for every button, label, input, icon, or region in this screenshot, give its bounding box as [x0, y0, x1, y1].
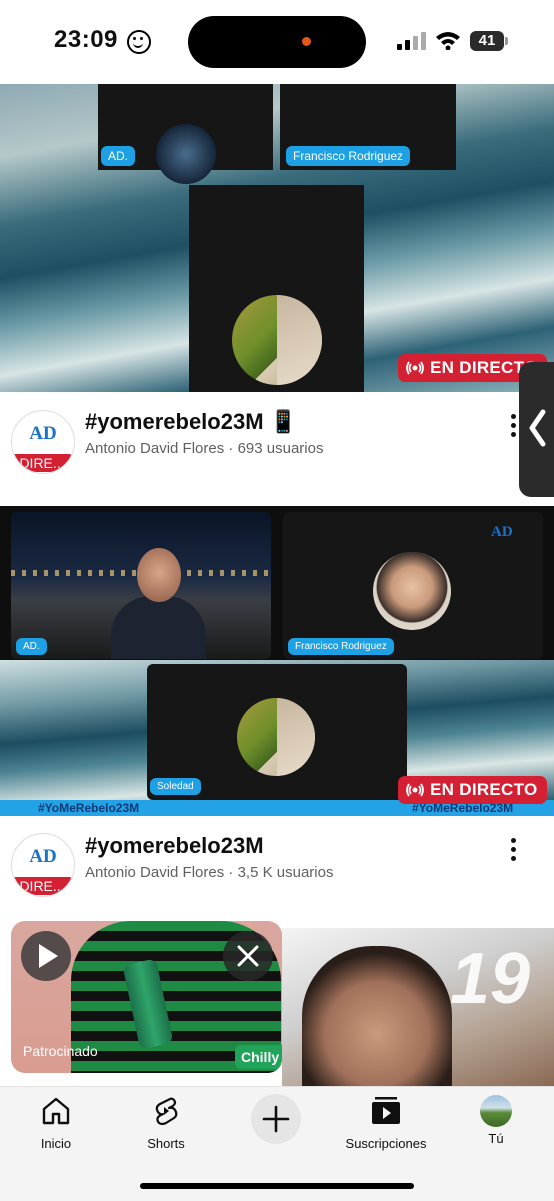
video-thumbnail-1[interactable]: AD. Francisco Rodriguez EN DIRECTO: [0, 84, 554, 392]
sponsored-label: Patrocinado: [23, 1043, 98, 1059]
channel-avatar[interactable]: AD DIRE...: [11, 833, 75, 897]
battery-indicator: 41: [470, 31, 504, 51]
video-meta: Antonio David Flores · 3,5 K usuarios: [85, 864, 334, 881]
nav-item-subscriptions[interactable]: Suscripciones: [331, 1095, 441, 1151]
participant-tile-soledad: [189, 185, 364, 392]
recording-indicator-icon: [302, 37, 311, 46]
channel-logo-text: AD: [29, 846, 57, 867]
nav-label: Tú: [488, 1131, 504, 1146]
nav-label: Inicio: [40, 1136, 72, 1151]
hashtag-label: #YoMeRebelo23M: [38, 801, 140, 815]
background-number: 19: [450, 939, 531, 1019]
status-bar: 23:09 41: [0, 0, 554, 84]
participant-avatar: [373, 552, 451, 630]
channel-live-tag: DIRE...: [12, 454, 73, 472]
live-badge-label: EN DIRECTO: [430, 780, 538, 799]
participant-avatar: [232, 295, 322, 385]
side-panel-tab[interactable]: [519, 362, 554, 497]
participant-name: Francisco Rodriguez: [288, 638, 394, 655]
video-meta: Antonio David Flores · 693 usuarios: [85, 440, 324, 457]
participant-name: Soledad: [150, 778, 201, 795]
video-thumbnail-3[interactable]: 19: [282, 928, 554, 1086]
sponsored-ad-card[interactable]: Chilly Patrocinado: [11, 921, 282, 1073]
play-button[interactable]: [21, 931, 71, 981]
video-title[interactable]: #yomerebelo23M: [85, 833, 264, 859]
participant-avatar: [237, 698, 315, 776]
live-badge: EN DIRECTO: [398, 776, 547, 804]
nav-item-create[interactable]: [221, 1094, 331, 1144]
more-options-icon[interactable]: [511, 414, 516, 441]
nav-item-home[interactable]: Inicio: [1, 1095, 111, 1151]
video-title[interactable]: #yomerebelo23M 📱: [85, 409, 297, 435]
nav-label: Shorts: [147, 1136, 185, 1151]
brand-label: Chilly: [235, 1045, 282, 1069]
participant-tile-soledad: Soledad: [147, 664, 407, 800]
nav-item-you[interactable]: Tú: [441, 1095, 551, 1146]
create-icon: [251, 1094, 301, 1144]
cellular-signal-icon: [397, 32, 427, 50]
live-broadcast-icon: [406, 783, 424, 797]
focus-mode-icon: [127, 30, 151, 54]
more-options-icon[interactable]: [511, 838, 516, 865]
video-thumbnail-2[interactable]: AD. AD Francisco Rodriguez Soledad #YoMe…: [0, 506, 554, 816]
play-icon: [39, 944, 58, 968]
close-icon: [237, 945, 259, 967]
channel-watermark: AD: [491, 524, 513, 540]
close-ad-button[interactable]: [223, 931, 273, 981]
participant-tile-francisco: AD Francisco Rodriguez: [283, 512, 543, 659]
home-indicator: [140, 1183, 414, 1189]
home-icon: [42, 1097, 70, 1125]
subscriptions-icon: [372, 1097, 400, 1124]
status-time: 23:09: [54, 26, 118, 53]
nav-label: Suscripciones: [345, 1136, 427, 1151]
participant-name: AD.: [101, 146, 136, 166]
participant-tile-ad: AD.: [11, 512, 271, 659]
live-broadcast-icon: [406, 361, 424, 375]
chevron-left-icon: [529, 409, 546, 447]
wifi-icon: [436, 32, 460, 50]
dynamic-island: [188, 16, 366, 68]
person-face: [302, 946, 452, 1086]
participant-name: Francisco Rodriguez: [286, 146, 411, 166]
channel-live-tag: DIRE...: [12, 877, 73, 895]
participant-name: AD.: [16, 638, 47, 655]
shorts-icon: [155, 1097, 178, 1126]
channel-avatar[interactable]: AD DIRE...: [11, 410, 75, 474]
channel-logo-text: AD: [29, 423, 57, 444]
nav-item-shorts[interactable]: Shorts: [111, 1095, 221, 1151]
you-avatar: [480, 1095, 512, 1127]
battery-tip: [505, 37, 508, 45]
